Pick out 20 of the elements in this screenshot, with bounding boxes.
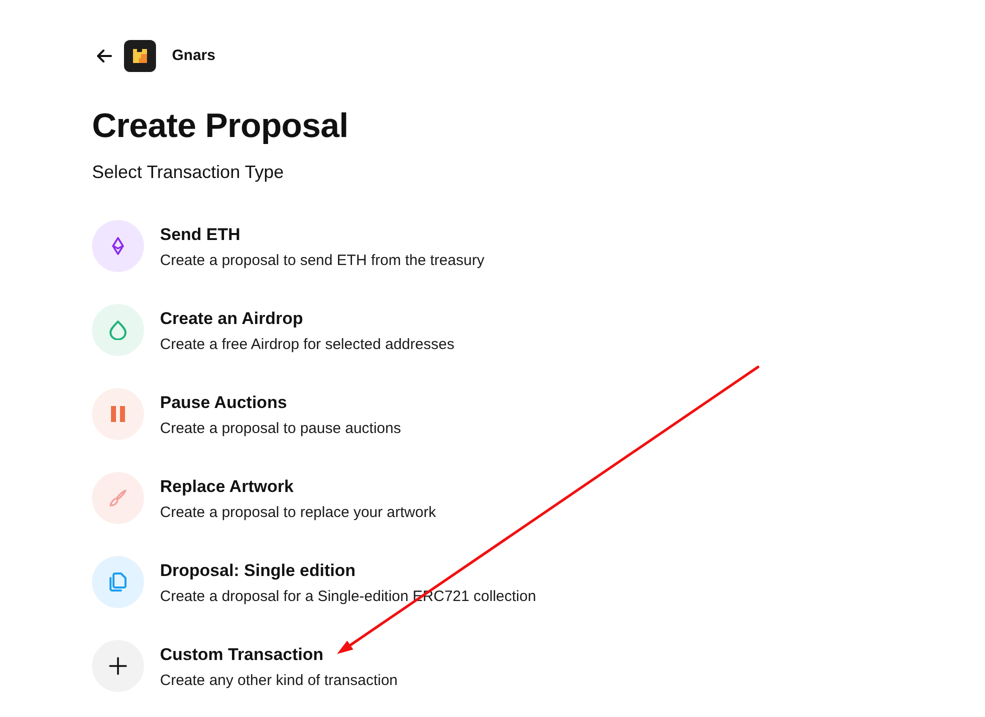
option-description: Create a proposal to send ETH from the treasury bbox=[160, 251, 484, 271]
dao-name: Gnars bbox=[172, 46, 216, 66]
option-title[interactable]: Replace Artwork bbox=[160, 476, 436, 498]
pause-icon bbox=[92, 388, 144, 440]
section-title: Select Transaction Type bbox=[92, 161, 285, 184]
option-description: Create a proposal to replace your artwork bbox=[160, 503, 436, 523]
option-title[interactable]: Custom Transaction bbox=[160, 644, 398, 666]
option-title[interactable]: Droposal: Single edition bbox=[160, 560, 536, 582]
logo-icon bbox=[124, 40, 156, 72]
back-arrow-icon[interactable] bbox=[96, 49, 112, 63]
option-description: Create any other kind of transaction bbox=[160, 671, 398, 691]
option-description: Create a proposal to pause auctions bbox=[160, 419, 401, 439]
option-title[interactable]: Pause Auctions bbox=[160, 392, 401, 414]
option-description: Create a free Airdrop for selected addresses bbox=[160, 335, 454, 355]
option-title[interactable]: Send ETH bbox=[160, 224, 484, 246]
page-title: Create Proposal bbox=[92, 106, 350, 147]
droplet-icon bbox=[92, 304, 144, 356]
option-title[interactable]: Create an Airdrop bbox=[160, 308, 454, 330]
copy-icon bbox=[92, 556, 144, 608]
paintbrush-icon bbox=[92, 472, 144, 524]
